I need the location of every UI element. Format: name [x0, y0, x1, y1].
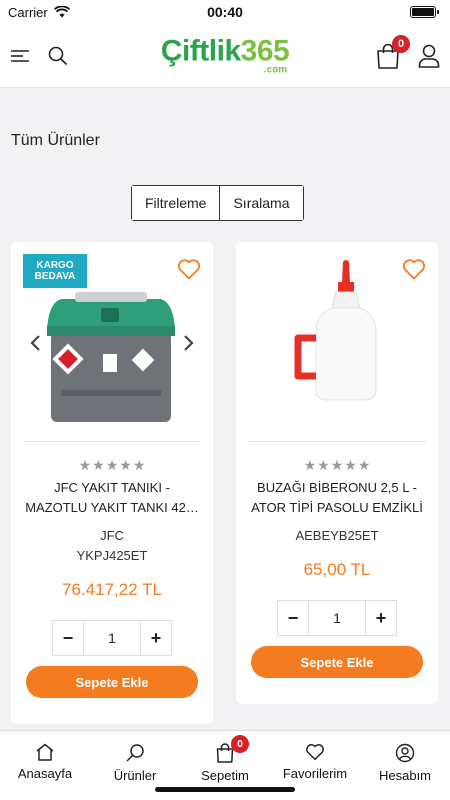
- search-icon: [48, 46, 68, 65]
- home-indicator: [155, 787, 295, 792]
- home-icon: [36, 743, 54, 761]
- carrier-label: Carrier: [8, 4, 48, 20]
- star-icon: ★: [344, 457, 357, 473]
- star-icon: ★: [105, 457, 119, 473]
- cart-count-badge: 0: [392, 34, 410, 53]
- product-name-line1[interactable]: BUZAĞI BİBERONU 2,5 L -: [236, 478, 438, 498]
- quantity-stepper: − 1 +: [11, 620, 213, 656]
- quantity-increase-button[interactable]: +: [365, 600, 397, 636]
- wifi-icon: [53, 6, 70, 18]
- menu-button[interactable]: [10, 49, 30, 63]
- tab-home[interactable]: Anasayfa: [0, 731, 90, 800]
- star-icon: ★: [78, 457, 92, 473]
- sort-button[interactable]: Sıralama: [219, 186, 303, 220]
- tab-label: Ürünler: [113, 768, 157, 783]
- favorite-heart-icon[interactable]: [177, 258, 201, 280]
- search-icon: [126, 744, 144, 762]
- product-brand: JFC: [100, 528, 124, 543]
- quantity-stepper: − 1 +: [236, 600, 438, 636]
- rating-stars: ★ ★ ★ ★ ★: [236, 458, 438, 472]
- product-name-line1[interactable]: JFC YAKIT TANIKI -: [11, 478, 213, 498]
- logo-part2: 365: [240, 34, 290, 67]
- quantity-decrease-button[interactable]: −: [277, 600, 309, 636]
- chevron-left-icon[interactable]: [29, 334, 41, 352]
- fuel-tank-image: [47, 292, 175, 422]
- add-to-cart-button[interactable]: Sepete Ekle: [251, 646, 423, 678]
- tab-label: Favorilerim: [282, 766, 348, 781]
- quantity-decrease-button[interactable]: −: [52, 620, 84, 656]
- status-bar: Carrier 00:40: [0, 0, 450, 24]
- status-time: 00:40: [207, 4, 243, 20]
- product-name-line2[interactable]: MAZOTLU YAKIT TANKI 42…: [11, 498, 213, 518]
- product-image-area[interactable]: KARGO BEDAVA: [23, 242, 201, 442]
- product-price: 76.417,22 TL: [62, 580, 162, 599]
- filter-sort-group: Filtreleme Sıralama: [131, 185, 304, 221]
- star-icon: ★: [132, 457, 146, 473]
- battery-icon: [410, 6, 439, 18]
- app-header: Çiftlik365 .com 0: [0, 24, 450, 88]
- product-image-area[interactable]: [248, 242, 426, 442]
- heart-icon: [306, 744, 324, 761]
- header-right: 0: [376, 34, 440, 69]
- tab-account[interactable]: Hesabım: [360, 731, 450, 800]
- quantity-increase-button[interactable]: +: [140, 620, 172, 656]
- logo-suffix: .com: [263, 64, 288, 75]
- product-card[interactable]: ★ ★ ★ ★ ★ BUZAĞI BİBERONU 2,5 L - ATOR TİPİ …: [236, 242, 438, 704]
- product-name-line2[interactable]: ATOR TİPİ PASOLU EMZİKLİ: [236, 498, 438, 518]
- product-sku: YKPJ425ET: [76, 548, 148, 563]
- filter-button[interactable]: Filtreleme: [132, 186, 220, 220]
- rating-stars: ★ ★ ★ ★ ★: [11, 458, 213, 472]
- logo-text: Çiftlik365: [160, 34, 290, 67]
- quantity-value[interactable]: 1: [309, 600, 365, 636]
- bottom-tab-bar: Anasayfa Ürünler 0 Sepetim Favorilerim H…: [0, 730, 450, 800]
- header-left: [10, 46, 68, 66]
- star-icon: ★: [317, 457, 330, 473]
- logo-part1: Çiftlik: [160, 34, 241, 67]
- free-shipping-badge: KARGO BEDAVA: [23, 254, 87, 288]
- product-price: 65,00 TL: [303, 560, 371, 579]
- cart-button[interactable]: 0: [376, 34, 410, 69]
- user-icon: [418, 44, 440, 68]
- add-to-cart-button[interactable]: Sepete Ekle: [26, 666, 198, 698]
- star-icon: ★: [92, 457, 105, 473]
- account-button[interactable]: [418, 44, 440, 68]
- quantity-value[interactable]: 1: [84, 620, 140, 656]
- status-left: Carrier: [8, 5, 70, 20]
- chevron-right-icon[interactable]: [183, 334, 195, 352]
- star-icon: ★: [357, 457, 371, 473]
- calf-bottle-image: [294, 260, 377, 401]
- app-logo[interactable]: Çiftlik365 .com: [160, 34, 290, 76]
- search-button[interactable]: [48, 46, 68, 66]
- tab-label: Hesabım: [378, 768, 432, 783]
- tab-label: Sepetim: [201, 768, 249, 783]
- product-card[interactable]: KARGO BEDAVA ★ ★ ★ ★ ★ JFC YAKIT TANIKI - MA…: [11, 242, 213, 724]
- star-icon: ★: [303, 457, 317, 473]
- star-icon: ★: [119, 457, 132, 473]
- page-title: Tüm Ürünler: [11, 132, 100, 149]
- star-icon: ★: [330, 457, 344, 473]
- product-sku: AEBEYB25ET: [295, 528, 379, 543]
- menu-icon: [11, 49, 29, 62]
- user-circle-icon: [395, 743, 415, 763]
- tab-cart-badge: 0: [231, 735, 249, 753]
- tab-label: Anasayfa: [17, 766, 73, 781]
